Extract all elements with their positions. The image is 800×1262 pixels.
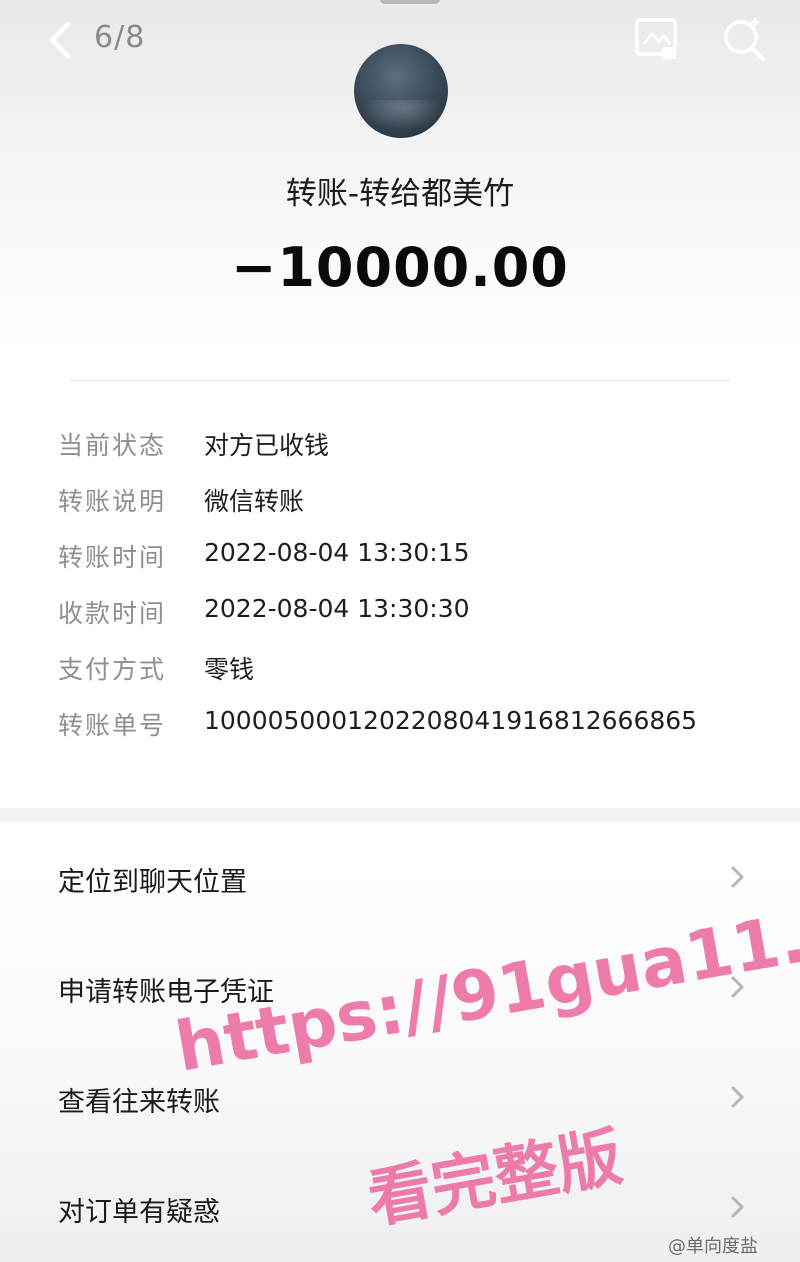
search-scan-icon	[724, 18, 765, 61]
image-icon	[635, 18, 677, 59]
top-handle	[380, 0, 440, 4]
page-counter: 6/8	[94, 20, 146, 55]
chevron-right-icon	[731, 1196, 744, 1218]
action-menu: 定位到聊天位置 申请转账电子凭证 查看往来转账 对订单有疑惑	[0, 822, 800, 1262]
chevron-left-icon	[49, 21, 71, 59]
detail-row-payment-method: 支付方式 零钱	[0, 650, 800, 690]
recipient-avatar	[354, 44, 448, 138]
detail-label: 当前状态	[58, 431, 167, 460]
gallery-button[interactable]	[632, 14, 682, 64]
chevron-right-icon	[731, 1086, 744, 1108]
detail-row-receive-time: 收款时间 2022-08-04 13:30:30	[0, 594, 800, 634]
transfer-amount: −10000.00	[231, 236, 569, 299]
detail-label: 转账时间	[58, 543, 167, 572]
divider	[70, 380, 730, 381]
menu-item-locate-chat[interactable]: 定位到聊天位置	[0, 822, 800, 932]
detail-value: 2022-08-04 13:30:30	[204, 594, 470, 623]
transaction-id-value[interactable]: 10000500012022080419168126668​65	[204, 706, 697, 735]
chevron-right-icon	[731, 976, 744, 998]
detail-value: 2022-08-04 13:30:15	[204, 538, 470, 567]
menu-item-label: 查看往来转账	[58, 1087, 220, 1118]
detail-value: 对方已收钱	[204, 431, 330, 460]
weibo-credit: @单向度盐	[668, 1236, 758, 1257]
chevron-right-icon	[731, 866, 744, 888]
search-button[interactable]	[718, 14, 768, 64]
detail-row-transfer-time: 转账时间 2022-08-04 13:30:15	[0, 538, 800, 578]
section-gap	[0, 808, 800, 822]
menu-item-label: 申请转账电子凭证	[58, 977, 274, 1008]
detail-row-status: 当前状态 对方已收钱	[0, 426, 800, 466]
transfer-title: 转账-转给都美竹	[285, 176, 515, 212]
menu-item-e-voucher[interactable]: 申请转账电子凭证	[0, 932, 800, 1042]
detail-label: 收款时间	[58, 599, 167, 628]
menu-item-transfer-history[interactable]: 查看往来转账	[0, 1042, 800, 1152]
menu-item-label: 定位到聊天位置	[58, 867, 247, 898]
detail-label: 支付方式	[58, 655, 167, 684]
detail-row-transaction-id: 转账单号 10000500012022080419168126668​65	[0, 706, 800, 746]
detail-row-note: 转账说明 微信转账	[0, 482, 800, 522]
detail-value: 零钱	[204, 655, 255, 684]
detail-label: 转账单号	[58, 711, 167, 740]
menu-item-label: 对订单有疑惑	[58, 1197, 220, 1228]
detail-label: 转账说明	[58, 487, 167, 516]
transfer-details: 当前状态 对方已收钱 转账说明 微信转账 转账时间 2022-08-04 13:…	[0, 380, 800, 808]
back-button[interactable]	[38, 18, 88, 62]
detail-value: 微信转账	[204, 487, 305, 516]
